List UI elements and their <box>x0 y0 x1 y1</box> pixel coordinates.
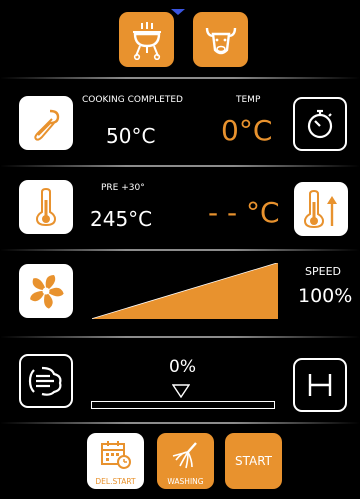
washing-spray-icon <box>172 442 197 469</box>
fan-button[interactable] <box>19 264 73 318</box>
humidity-slider-handle[interactable] <box>171 383 191 399</box>
steam-vent-icon <box>28 366 62 396</box>
speed-value: 100% <box>298 285 353 307</box>
delayed-start-button[interactable]: DEL.START <box>87 433 144 489</box>
delayed-start-label: DEL.START <box>95 477 136 486</box>
meat-mode-button[interactable] <box>193 12 248 67</box>
humidity-slider-track[interactable] <box>91 401 275 409</box>
separator <box>0 77 360 79</box>
bull-head-icon <box>205 27 236 54</box>
grill-icon <box>132 21 161 60</box>
fan-icon <box>30 275 64 309</box>
chamber-temperature-button[interactable] <box>19 180 73 234</box>
actual-temperature-value: - - °C <box>208 196 280 229</box>
cooking-status-label: COOKING COMPLETED <box>82 95 183 105</box>
thermometer-icon <box>35 188 57 226</box>
damper-button[interactable] <box>293 358 347 412</box>
timer-button[interactable] <box>293 97 347 151</box>
temperature-rise-button[interactable] <box>294 182 348 236</box>
probe-temperature-value: 50°C <box>106 124 156 148</box>
speed-label: SPEED <box>305 265 341 278</box>
damper-icon <box>308 374 332 396</box>
stopwatch-icon <box>307 109 333 139</box>
thermometer-up-icon <box>303 190 337 228</box>
set-temperature-value: 245°C <box>90 207 153 231</box>
washing-button[interactable]: WASHING <box>157 433 214 489</box>
steam-button[interactable] <box>19 354 73 408</box>
core-probe-icon <box>34 109 60 141</box>
grill-mode-button[interactable] <box>119 12 174 67</box>
fan-speed-slider[interactable] <box>91 261 279 320</box>
separator <box>0 165 360 167</box>
calendar-clock-icon <box>100 441 131 469</box>
separator <box>0 336 360 338</box>
temp-label: TEMP <box>236 95 261 105</box>
humidity-value: 0% <box>169 357 196 377</box>
start-button[interactable]: START <box>225 433 282 489</box>
core-probe-button[interactable] <box>19 96 73 150</box>
preheat-label: PRE +30° <box>101 183 145 193</box>
scroll-up-indicator <box>171 0 185 15</box>
washing-label: WASHING <box>167 477 204 486</box>
separator <box>0 422 360 424</box>
current-temperature-value: 0°C <box>221 114 273 147</box>
start-label: START <box>234 454 273 468</box>
separator <box>0 249 360 251</box>
